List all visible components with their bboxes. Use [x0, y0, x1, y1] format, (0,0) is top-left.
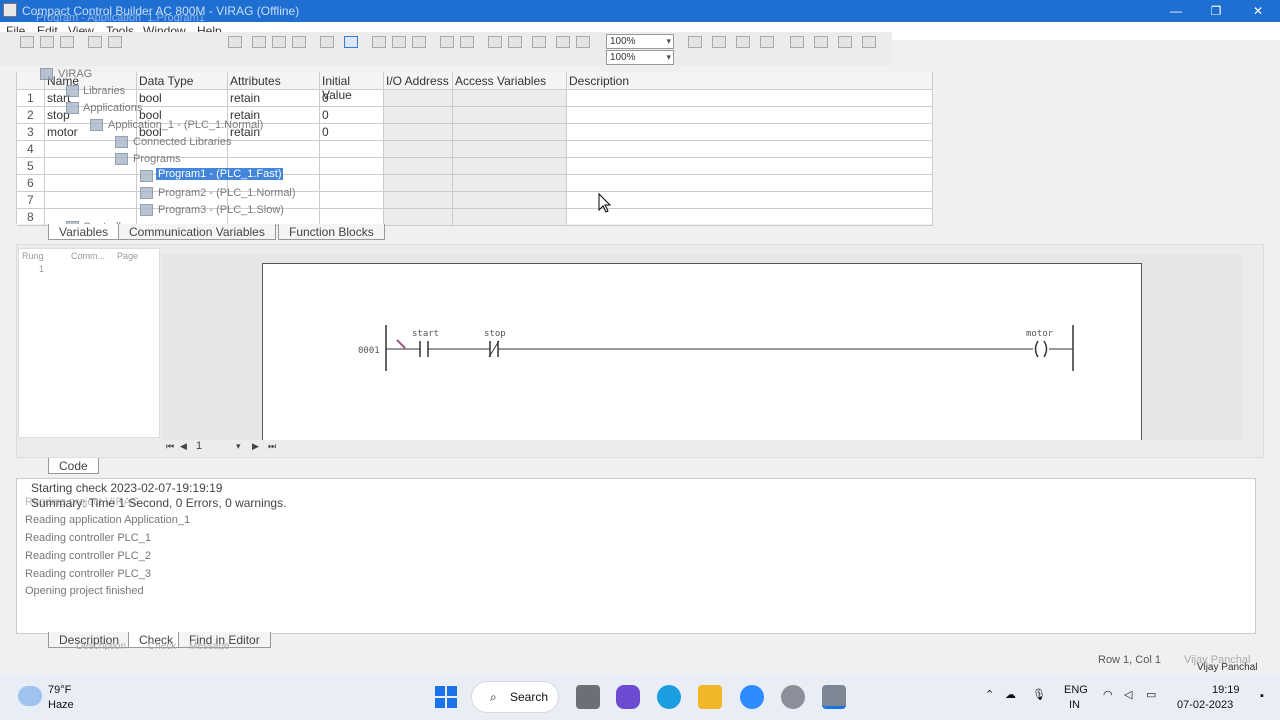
volume-icon[interactable]: ◁ — [1124, 688, 1132, 701]
control-builder-icon[interactable] — [822, 685, 846, 709]
language-region[interactable]: IN — [1069, 699, 1080, 711]
notification-icon[interactable]: ▪ — [1260, 690, 1264, 702]
message-line: Reading controller PLC_1 — [25, 532, 151, 544]
battery-icon[interactable]: ▭ — [1146, 688, 1156, 701]
page-number-field[interactable]: 1 — [196, 440, 202, 452]
microphone-icon[interactable]: 🎙 — [1032, 688, 1046, 701]
message-line: Reading controller PLC_2 — [25, 550, 151, 562]
coil-left-arc — [1034, 340, 1039, 358]
search-label: Search — [510, 690, 549, 704]
clock-time[interactable]: 19:19 — [1212, 684, 1240, 696]
task-view-icon[interactable] — [576, 685, 600, 709]
teams-icon[interactable] — [616, 685, 640, 709]
search-button[interactable]: ⌕ Search — [471, 681, 559, 713]
search-icon: ⌕ — [490, 690, 497, 704]
contact-stop-label[interactable]: stop — [484, 329, 506, 339]
settings-icon[interactable] — [781, 685, 805, 709]
language-code[interactable]: ENG — [1064, 684, 1088, 696]
prev-page-button[interactable]: ◀ — [180, 441, 187, 452]
next-page-button[interactable]: ▶ — [252, 441, 259, 452]
tray-weather-icon[interactable]: ☁ — [1005, 688, 1016, 701]
contact-start-label[interactable]: start — [412, 329, 439, 339]
page-dropdown-icon[interactable]: ▾ — [236, 441, 241, 452]
tray-overflow-icon[interactable]: ⌃ — [985, 688, 994, 701]
user-name: Vijay Panchal — [1197, 662, 1258, 673]
tab-code[interactable]: Code — [48, 458, 99, 474]
message-line: Reading application Application_1 — [25, 514, 191, 526]
mouse-cursor-icon — [598, 192, 612, 213]
status-bar: Row 1, Col 1 Vijay Panchal Vijay Panchal — [0, 650, 1280, 674]
clock-date[interactable]: 07-02-2023 — [1177, 699, 1233, 711]
file-explorer-icon[interactable] — [698, 685, 722, 709]
check-summary-message: Summary: Time 1 Second, 0 Errors, 0 warn… — [31, 496, 287, 510]
pencil-icon — [396, 339, 406, 349]
last-page-button[interactable]: ⏭ — [268, 441, 276, 452]
weather-temperature[interactable]: 79°F — [48, 684, 71, 696]
edge-icon[interactable] — [657, 685, 681, 709]
start-icon[interactable] — [434, 685, 458, 709]
weather-description[interactable]: Haze — [48, 699, 74, 711]
message-line: Reading controller PLC_3 — [25, 568, 151, 580]
first-page-button[interactable]: ⏮ — [166, 441, 174, 452]
rung-number: 0001 — [358, 346, 380, 356]
coil-motor-label[interactable]: motor — [1026, 329, 1054, 339]
message-line: Opening project finished — [25, 585, 144, 597]
cursor-position: Row 1, Col 1 — [1098, 654, 1161, 666]
wifi-icon[interactable]: ◠ — [1103, 688, 1113, 701]
page-navigation: ⏮ ◀ 1 ▾ ▶ ⏭ — [162, 440, 1260, 454]
coil-right-arc — [1043, 340, 1048, 358]
code-tabstrip: Code — [48, 458, 348, 476]
weather-icon[interactable] — [18, 686, 42, 706]
zoom-icon[interactable] — [740, 685, 764, 709]
check-start-message: Starting check 2023-02-07-19:19:19 — [31, 481, 223, 495]
taskbar: 79°F Haze ⌕ Search ⌃ ☁ 🎙 ENG IN ◠ ◁ ▭ 19… — [0, 674, 1280, 720]
